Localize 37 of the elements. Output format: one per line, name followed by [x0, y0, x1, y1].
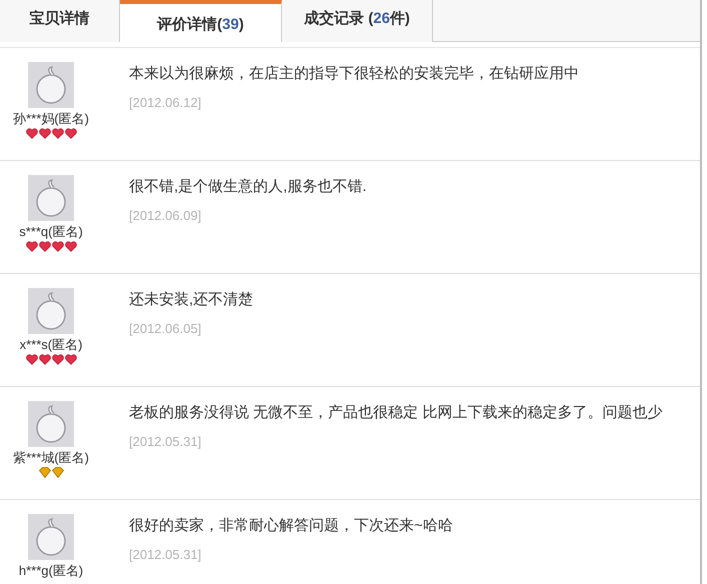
avatar-icon — [28, 288, 74, 334]
avatar-icon — [28, 401, 74, 447]
heart-icon — [38, 128, 50, 140]
heart-icon — [26, 354, 38, 366]
user-name: x***s(匿名) — [20, 336, 82, 354]
review-date: [2012.06.05] — [129, 320, 202, 338]
review-date: [2012.05.31] — [129, 546, 202, 564]
heart-icon — [38, 241, 50, 253]
heart-icon — [52, 241, 64, 253]
user-name: 孙***妈(匿名) — [13, 110, 89, 128]
user-name: h***g(匿名) — [18, 562, 84, 580]
heart-icon — [26, 128, 38, 140]
tab[interactable]: 宝贝详情 — [0, 0, 120, 42]
diamond-icon — [52, 467, 64, 479]
heart-icon — [64, 241, 76, 253]
heart-icon — [26, 241, 38, 253]
review-text: 很好的卖家，非常耐心解答问题，下次还来~哈哈 — [129, 516, 453, 536]
review-text: 还未安装,还不清楚 — [129, 290, 254, 310]
avatar-icon — [28, 514, 74, 560]
review-text: 很不错,是个做生意的人,服务也不错. — [129, 177, 367, 197]
heart-icon — [64, 354, 76, 366]
tab[interactable]: 评价详情(39) — [120, 0, 282, 42]
review-text: 老板的服务没得说 无微不至，产品也很稳定 比网上下载来的稳定多了。问题也少 — [129, 403, 662, 423]
review-date: [2012.06.12] — [129, 94, 202, 112]
heart-icon — [38, 354, 50, 366]
user-name: 紫***城(匿名) — [13, 449, 89, 467]
avatar-icon — [28, 62, 74, 108]
heart-icon — [52, 354, 64, 366]
review-text: 本来以为很麻烦，在店主的指导下很轻松的安装完毕，在钻研应用中 — [129, 64, 579, 84]
heart-icon — [52, 128, 64, 140]
review-date: [2012.05.31] — [129, 433, 202, 451]
user-name: s***q(匿名) — [19, 223, 83, 241]
review-date: [2012.06.09] — [129, 207, 202, 225]
tab[interactable]: 成交记录 (26件) — [282, 0, 433, 42]
heart-icon — [64, 128, 76, 140]
avatar-icon — [28, 175, 74, 221]
diamond-icon — [38, 467, 50, 479]
